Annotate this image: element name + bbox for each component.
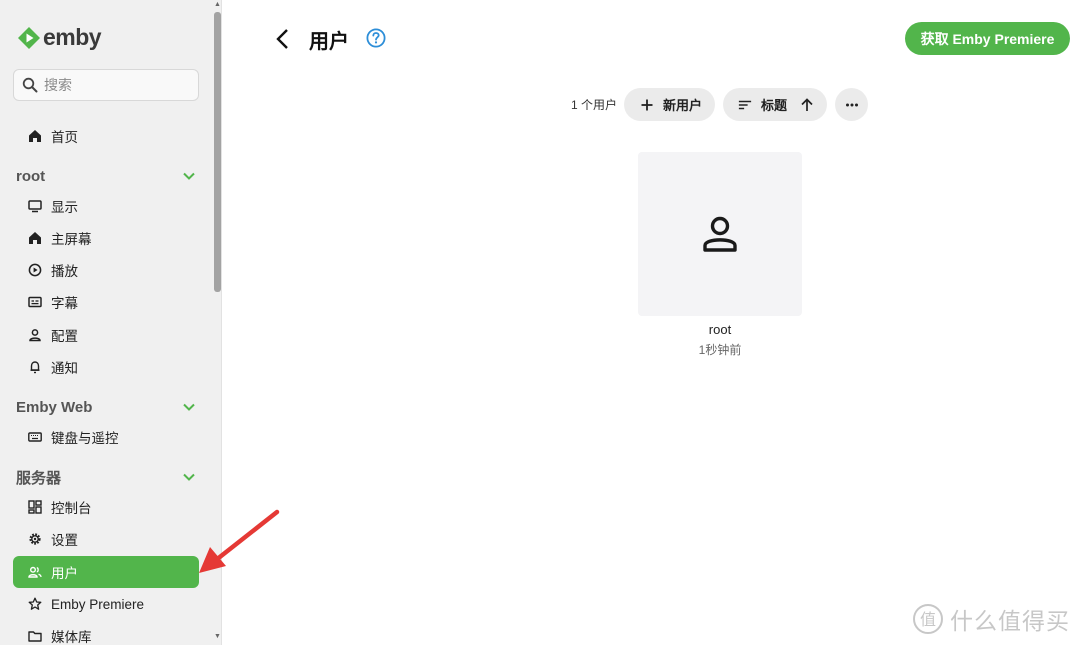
sidebar-item-label: 媒体库 [51, 630, 92, 645]
sidebar-item-label: 显示 [51, 200, 78, 215]
emby-logo[interactable]: emby [17, 24, 102, 51]
sidebar-item-emby-premiere[interactable]: Emby Premiere [13, 588, 199, 620]
home-icon [29, 232, 41, 244]
home-icon [29, 130, 41, 142]
section-title: Emby Web [16, 398, 93, 416]
sidebar-item-home[interactable]: 首页 [13, 120, 199, 152]
section-server[interactable]: 服务器 [16, 465, 198, 489]
bell-icon [30, 361, 40, 374]
sort-button[interactable]: 标题 [723, 88, 827, 121]
sidebar-item-playback[interactable]: 播放 [13, 254, 199, 286]
more-options-button[interactable] [835, 88, 868, 121]
sidebar-item-keyboard-remote[interactable]: 键盘与遥控 [13, 421, 199, 453]
dashboard-icon [28, 500, 42, 514]
sidebar-item-library[interactable]: 媒体库 [13, 620, 199, 645]
sort-label: 标题 [761, 98, 788, 113]
section-title: 服务器 [16, 469, 62, 487]
star-icon [28, 597, 42, 610]
folder-icon [28, 631, 42, 642]
sidebar-item-subtitles[interactable]: 字幕 [13, 286, 199, 318]
play-circle-icon [28, 263, 42, 277]
sidebar-item-label: 键盘与遥控 [51, 431, 119, 446]
scroll-down-arrow-icon[interactable]: ▼ [214, 633, 221, 640]
watermark: 值 什么值得买 [912, 602, 1070, 636]
scroll-up-arrow-icon[interactable]: ▲ [214, 1, 221, 8]
sidebar: emby 首页 root 显示 主屏幕 播放 字幕 配置 通知 [0, 0, 222, 645]
gear-icon [29, 533, 41, 545]
svg-text:值: 值 [920, 610, 936, 629]
search-box[interactable] [13, 69, 199, 101]
user-last-seen: 1秒钟前 [698, 343, 742, 357]
more-horizontal-icon [845, 103, 858, 106]
monitor-icon [28, 200, 42, 213]
sidebar-item-profile[interactable]: 配置 [13, 319, 199, 351]
sidebar-item-label: 用户 [51, 566, 78, 581]
sidebar-item-display[interactable]: 显示 [13, 190, 199, 222]
annotation-arrow-icon [199, 509, 280, 573]
user-card[interactable] [638, 152, 802, 316]
sidebar-item-label: 通知 [51, 361, 78, 376]
user-name[interactable]: root [638, 322, 802, 337]
add-user-label: 新用户 [663, 98, 703, 113]
users-icon [28, 566, 42, 578]
search-input[interactable] [44, 77, 194, 93]
user-count: 1 个用户 [571, 98, 618, 112]
section-root[interactable]: root [16, 164, 198, 188]
keyboard-icon [28, 432, 42, 442]
user-avatar-icon [703, 216, 737, 252]
get-premiere-button[interactable]: 获取 Emby Premiere [905, 22, 1070, 55]
sidebar-item-settings[interactable]: 设置 [13, 523, 199, 555]
plus-icon [641, 99, 653, 110]
sidebar-item-home-screen[interactable]: 主屏幕 [13, 222, 199, 254]
sidebar-item-users[interactable]: 用户 [13, 556, 199, 588]
page-title: 用户 [309, 31, 349, 53]
sidebar-item-notifications[interactable]: 通知 [13, 351, 199, 383]
sidebar-item-dashboard[interactable]: 控制台 [13, 491, 199, 523]
sidebar-item-label: 配置 [51, 329, 78, 344]
subtitles-icon [28, 296, 42, 308]
chevron-down-icon [183, 172, 195, 180]
scroll-thumb[interactable] [214, 12, 221, 292]
chevron-down-icon [183, 473, 195, 481]
section-title: root [16, 167, 46, 185]
zhidemai-logo-icon: 值 [913, 604, 943, 634]
chevron-down-icon [183, 403, 195, 411]
logo-text: emby [43, 24, 102, 50]
help-icon[interactable] [366, 28, 386, 48]
search-icon [22, 77, 38, 93]
sidebar-item-label: 字幕 [51, 296, 78, 311]
sidebar-item-label: Emby Premiere [51, 596, 145, 612]
arrow-up-icon [801, 97, 813, 111]
sidebar-item-label: 主屏幕 [51, 232, 92, 247]
sidebar-item-label: 控制台 [51, 501, 92, 516]
sort-icon [738, 100, 752, 109]
back-button[interactable] [270, 26, 296, 52]
section-emby-web[interactable]: Emby Web [16, 395, 198, 419]
watermark-text: 什么值得买 [950, 608, 1070, 634]
sidebar-item-label: 播放 [51, 264, 78, 279]
sidebar-item-label: 设置 [51, 533, 78, 548]
emby-logo-icon [18, 26, 40, 49]
sidebar-item-label: 首页 [51, 130, 78, 145]
person-icon [29, 329, 41, 342]
add-user-button[interactable]: 新用户 [624, 88, 715, 121]
chevron-left-icon [276, 29, 288, 49]
